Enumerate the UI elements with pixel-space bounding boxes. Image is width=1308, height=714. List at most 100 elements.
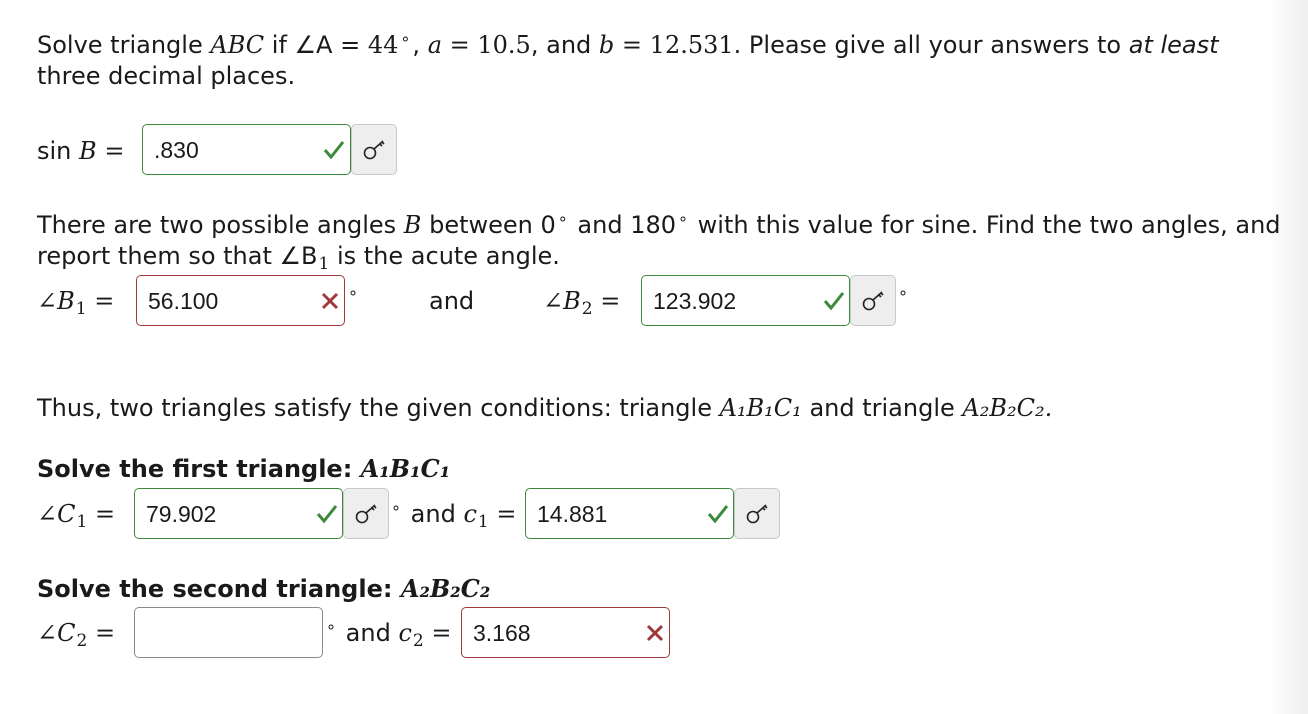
right-edge-shade	[1268, 0, 1308, 714]
x-mark-icon	[646, 624, 664, 642]
c2-side-value: 3.168	[473, 620, 531, 646]
c1-side-input[interactable]: 14.881	[525, 488, 734, 539]
equals-sign: =	[431, 619, 452, 647]
sin-b-label: sin B =	[37, 136, 124, 166]
degree-unit: ∘	[896, 283, 910, 317]
equals-sign: =	[104, 137, 125, 165]
equals-sign: =	[94, 619, 116, 647]
instruction-end: three decimal places.	[37, 62, 296, 90]
c2-side-input[interactable]: 3.168	[461, 607, 670, 658]
and-word: and	[546, 31, 592, 59]
c2-and-text: ∘ and c2 =	[324, 617, 452, 651]
c1-side-value: 14.881	[537, 501, 608, 527]
two-angles-text-line2: report them so that ∠B1 is the acute ang…	[37, 241, 560, 274]
c1-side-label: c	[463, 500, 477, 528]
b2-label-text: ∠B	[543, 287, 581, 315]
answer-key-button[interactable]	[351, 124, 397, 175]
thus-text-1: Thus, two triangles satisfy the given co…	[37, 394, 712, 422]
subscript: 2	[412, 631, 424, 651]
b1-value: 56.100	[148, 288, 219, 314]
answer-key-button[interactable]	[850, 275, 896, 326]
equals-sign: =	[94, 287, 115, 315]
key-icon	[363, 140, 385, 160]
first-triangle-name: A₁B₁C₁	[360, 454, 451, 483]
degree-symbol: ∘	[400, 29, 411, 48]
second-triangle-heading: Solve the second triangle: A₂B₂C₂	[37, 574, 490, 604]
checkmark-icon	[823, 292, 845, 311]
b2-value: 123.902	[653, 288, 737, 314]
b1-input[interactable]: 56.100	[136, 275, 345, 326]
side-a-var: a	[427, 31, 442, 59]
equals-sign: =	[600, 287, 621, 315]
checkmark-icon	[707, 505, 729, 524]
checkmark-icon	[316, 505, 338, 524]
c2-angle-label: ∠C2 =	[37, 618, 115, 651]
degree-symbol: ∘	[678, 209, 689, 228]
first-heading-text: Solve the first triangle:	[37, 455, 353, 483]
c1-angle-label: ∠C1 =	[37, 499, 115, 532]
second-heading-text: Solve the second triangle:	[37, 575, 393, 603]
sin-b-value: .830	[154, 137, 199, 163]
answer-key-button[interactable]	[734, 488, 780, 539]
key-icon	[746, 504, 768, 524]
c2-angle-input[interactable]	[134, 607, 323, 658]
x-mark-icon	[321, 292, 339, 310]
degree-unit: ∘	[346, 283, 360, 317]
triangle-name: ABC	[210, 31, 265, 59]
subscript: 1	[477, 512, 489, 532]
given-angle-value: 44	[367, 31, 399, 59]
two-angles-text: There are two possible angles B between …	[37, 209, 1281, 243]
degree-symbol: ∘	[326, 617, 337, 636]
equals-sign: =	[449, 31, 470, 59]
degree-symbol: ∘	[557, 209, 568, 228]
b2-input[interactable]: 123.902	[641, 275, 850, 326]
two-angles-text-2: between 0	[429, 211, 556, 239]
side-b-value: 12.531	[649, 31, 734, 59]
two-angles-text-3: and 180	[577, 211, 677, 239]
degree-symbol: ∘	[348, 283, 359, 302]
sin-var: B	[79, 137, 97, 165]
subscript: 1	[318, 254, 330, 274]
key-icon	[862, 291, 884, 311]
problem-statement: Solve triangle ABC if ∠A = 44 ∘, a = 10.5…	[37, 29, 1219, 59]
and-word: and	[345, 619, 391, 647]
second-triangle-name: A₂B₂C₂	[400, 574, 491, 603]
c1-and-text: ∘ and c1 =	[389, 498, 517, 532]
c1-angle-input[interactable]: 79.902	[134, 488, 343, 539]
and-word: and	[410, 500, 456, 528]
sin-b-input[interactable]: .830	[142, 124, 351, 175]
comma: ,	[412, 31, 421, 59]
thus-text: Thus, two triangles satisfy the given co…	[37, 393, 1052, 423]
triangle-2-name: A₂B₂C₂.	[962, 394, 1053, 422]
subscript: 1	[76, 512, 88, 532]
triangle-1-name: A₁B₁C₁	[719, 394, 802, 422]
angle-var: B	[403, 211, 422, 239]
b1-label: ∠B1 =	[37, 286, 114, 319]
problem-lead: Solve triangle	[37, 31, 203, 59]
first-triangle-heading: Solve the first triangle: A₁B₁C₁	[37, 454, 450, 484]
two-angles-text-6: is the acute angle.	[336, 242, 560, 270]
c1-angle-label-text: ∠C	[37, 500, 76, 528]
two-angles-text-5: report them so that ∠B	[37, 242, 318, 270]
c1-angle-value: 79.902	[146, 501, 217, 527]
subscript: 2	[581, 299, 593, 319]
side-b-var: b	[598, 31, 615, 59]
checkmark-icon	[323, 141, 345, 160]
sin-word: sin	[37, 137, 72, 165]
subscript: 1	[75, 299, 87, 319]
two-angles-text-4: with this value for sine. Find the two a…	[697, 211, 1281, 239]
key-icon	[355, 504, 377, 524]
instruction-emphasis: at least	[1128, 31, 1219, 59]
c2-side-label: c	[398, 619, 412, 647]
answer-key-button[interactable]	[343, 488, 389, 539]
equals-sign: =	[621, 31, 643, 59]
and-separator: and	[429, 287, 475, 315]
side-a-value: 10.5	[477, 31, 531, 59]
b2-label: ∠B2 =	[543, 286, 620, 319]
b1-label-text: ∠B	[37, 287, 75, 315]
thus-text-2: and triangle	[809, 394, 955, 422]
instruction: Please give all your answers to	[748, 31, 1122, 59]
equals-sign: =	[496, 500, 517, 528]
c2-angle-label-text: ∠C	[37, 619, 76, 647]
subscript: 2	[76, 631, 88, 651]
